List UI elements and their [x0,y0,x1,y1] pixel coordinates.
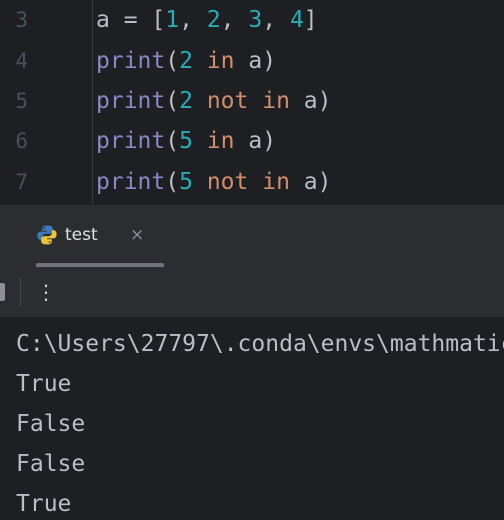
code-token: a) [234,48,277,74]
code-token: in [206,48,235,74]
line-number: 4 [15,49,28,73]
code-token: 2 [206,7,221,33]
code-line[interactable]: 5 print(2 not in a) [0,81,504,121]
code-token: print [96,128,166,154]
toolbar-separator [20,278,21,306]
code-token: , [220,7,249,33]
code-text: print(5 not in a) [96,162,331,202]
stop-icon[interactable] [0,283,5,301]
close-icon[interactable]: × [130,223,144,247]
python-icon [37,225,57,245]
code-line[interactable]: 3a = [1, 2, 3, 4] [0,0,504,40]
tab-test[interactable]: test × [18,205,164,267]
code-token: a = [96,7,152,33]
code-token: in [262,88,290,114]
code-text: print(5 in a) [96,121,276,161]
code-token: , [262,7,290,33]
code-token: 2 [179,48,193,74]
code-token: 5 [179,128,193,154]
code-text: a = [1, 2, 3, 4] [96,0,318,40]
code-token: print [96,169,166,195]
console-line: False [16,411,86,437]
code-token: [ [151,7,166,33]
line-number: 3 [15,8,28,32]
code-token: a) [289,169,332,195]
line-number: 5 [15,89,28,113]
code-token: in [262,169,290,195]
console-line: True [16,371,72,397]
code-token: in [206,128,235,154]
code-editor[interactable]: 3a = [1, 2, 3, 4] 4 print(2 in a) 5 print(2 … [0,0,504,204]
console-output[interactable]: C:\Users\27797\.conda\envs\mathmatic Tru… [0,318,504,520]
code-token: ( [165,169,180,195]
code-token: 4 [289,7,304,33]
code-line[interactable]: 7 print(5 not in a) [0,162,504,202]
code-token: 1 [165,7,180,33]
code-text: print(2 in a) [96,41,276,81]
code-line[interactable]: 6 print(5 in a) [0,121,504,161]
code-token: ( [165,128,180,154]
code-token: a) [289,88,332,114]
console-toolbar: ⋮ [0,267,504,318]
console-line: False [16,451,86,477]
line-number: 6 [15,129,28,153]
code-token: ] [303,7,318,33]
ide-window: 3a = [1, 2, 3, 4] 4 print(2 in a) 5 print(2 … [0,0,504,520]
code-line[interactable]: 4 print(2 in a) [0,41,504,81]
code-token: not [206,88,249,114]
code-token: ( [165,48,180,74]
code-token: 2 [179,88,193,114]
run-tool-window-tabs: test × [0,204,504,268]
line-number: 7 [15,170,28,194]
code-token: 3 [248,7,263,33]
code-token: not [206,169,249,195]
console-line: C:\Users\27797\.conda\envs\mathmatic [16,331,504,357]
code-token: a) [234,128,277,154]
console-line: True [16,491,72,517]
code-token: , [179,7,207,33]
tab-label: test [65,225,98,245]
more-options-icon[interactable]: ⋮ [36,279,56,305]
code-token: print [96,48,166,74]
code-token: ( [165,88,180,114]
code-token: 5 [179,169,193,195]
code-token: print [96,88,166,114]
code-text: print(2 not in a) [96,81,331,121]
